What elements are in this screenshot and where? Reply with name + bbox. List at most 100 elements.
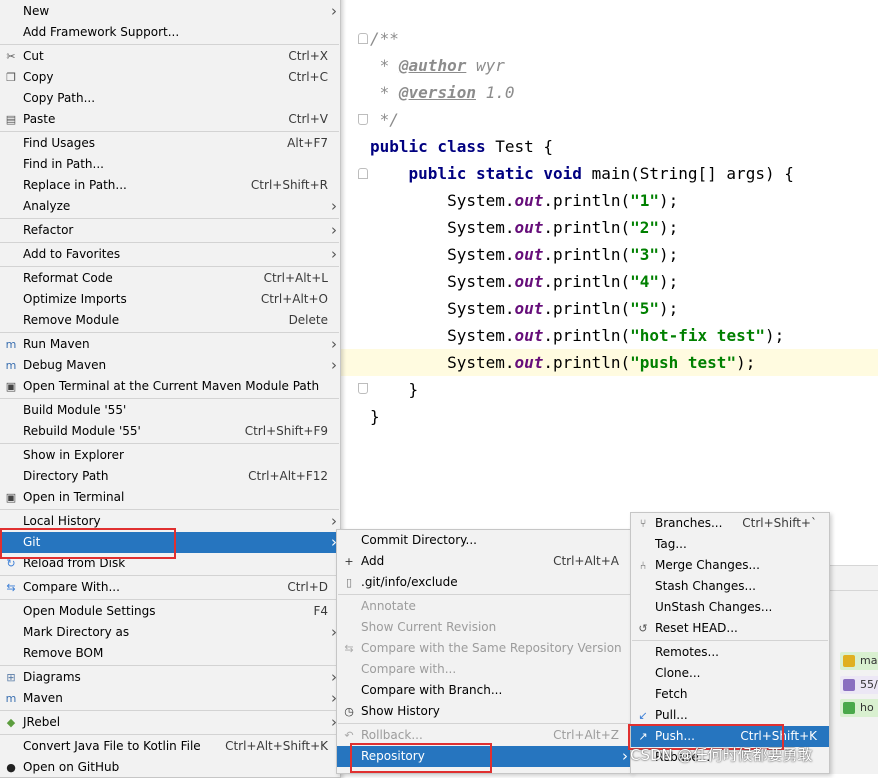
code-line: /** [370,25,794,52]
menu-item-shortcut: Ctrl+Alt+A [553,554,619,568]
menu-item-compare-with-the-same-repository-version[interactable]: ⇆ Compare with the Same Repository Versio… [337,638,631,659]
fold-marker-icon[interactable] [358,33,368,44]
menu-item-diagrams[interactable]: ⊞ Diagrams › [0,667,340,688]
menu-item-run-maven[interactable]: m Run Maven › [0,334,340,355]
menu-item-open-on-github[interactable]: ● Open on GitHub [0,757,340,778]
menu-separator [0,710,339,711]
menu-item-replace-in-path[interactable]: Replace in Path... Ctrl+Shift+R [0,175,340,196]
menu-item-maven[interactable]: m Maven › [0,688,340,709]
menu-item-label: Refactor [23,223,74,237]
menu-item-show-current-revision[interactable]: Show Current Revision [337,617,631,638]
menu-item-pull[interactable]: ↙ Pull... [631,705,829,726]
menu-item-commit-directory[interactable]: Commit Directory... [337,530,631,551]
menu-item-shortcut: Ctrl+Shift+F9 [244,424,328,438]
menu-item-open-in-terminal[interactable]: ▣ Open in Terminal [0,487,340,508]
menu-item-compare-with[interactable]: ⇆ Compare With... Ctrl+D [0,577,340,598]
menu-item-find-usages[interactable]: Find Usages Alt+F7 [0,133,340,154]
menu-item-label: Convert Java File to Kotlin File [23,739,201,753]
menu-item-open-terminal-at-the-current-maven-module-path[interactable]: ▣ Open Terminal at the Current Maven Modu… [0,376,340,397]
code-token: ); [659,191,679,210]
chevron-right-icon: › [331,335,337,353]
code-text: /** * @author wyr * @version 1.0 */ publi… [370,25,794,430]
menu-item-remotes[interactable]: Remotes... [631,642,829,663]
menu-item-branches[interactable]: ⑂ Branches... Ctrl+Shift+` [631,513,829,534]
menu-item-reformat-code[interactable]: Reformat Code Ctrl+Alt+L [0,268,340,289]
fold-marker-icon[interactable] [358,168,368,179]
rollback-icon: ↶ [344,729,354,742]
paste-icon: ▤ [5,113,17,126]
menu-item-reset-head[interactable]: ↺ Reset HEAD... [631,618,829,639]
menu-item-label: Find Usages [23,136,96,150]
branch-label[interactable]: ma [840,652,878,670]
menu-item-paste[interactable]: ▤ Paste Ctrl+V [0,109,340,130]
chevron-right-icon: › [331,2,337,20]
maven-icon: m [5,692,17,705]
fold-marker-icon[interactable] [358,383,368,394]
code-line: System.out.println("4"); [370,268,794,295]
menu-item-show-in-explorer[interactable]: Show in Explorer [0,445,340,466]
menu-item-label: Maven [23,691,63,705]
menu-item-show-history[interactable]: ◷ Show History [337,701,631,722]
menu-item-unstash-changes[interactable]: UnStash Changes... [631,597,829,618]
menu-item-debug-maven[interactable]: m Debug Maven › [0,355,340,376]
menu-item-directory-path[interactable]: Directory Path Ctrl+Alt+F12 [0,466,340,487]
menu-separator [0,266,339,267]
menu-item-mark-directory-as[interactable]: Mark Directory as › [0,622,340,643]
branch-label[interactable]: ho [840,699,878,717]
menu-separator [0,44,339,45]
menu-item-label: Mark Directory as [23,625,130,639]
code-token: ); [659,245,679,264]
highlight-repository [350,743,492,773]
menu-item-git-info-exclude[interactable]: ▯ .git/info/exclude [337,572,631,593]
menu-item-compare-with-branch[interactable]: Compare with Branch... [337,680,631,701]
code-token: /** [370,29,399,48]
menu-item-remove-bom[interactable]: Remove BOM [0,643,340,664]
menu-item-shortcut: Delete [288,313,328,327]
menu-item-jrebel[interactable]: ◆ JRebel › [0,712,340,733]
menu-item-refactor[interactable]: Refactor › [0,220,340,241]
menu-item-label: Remove Module [23,313,120,327]
menu-item-fetch[interactable]: Fetch [631,684,829,705]
menu-item-label: Optimize Imports [23,292,127,306]
menu-item-add-to-favorites[interactable]: Add to Favorites › [0,244,340,265]
menu-item-merge-changes[interactable]: ⑃ Merge Changes... [631,555,829,576]
menu-separator [338,594,630,595]
menu-item-label: Paste [23,112,56,126]
chevron-right-icon: › [331,197,337,215]
menu-item-tag[interactable]: Tag... [631,534,829,555]
menu-item-new[interactable]: New › [0,1,340,22]
menu-item-find-in-path[interactable]: Find in Path... [0,154,340,175]
menu-item-cut[interactable]: ✂ Cut Ctrl+X [0,46,340,67]
menu-item-rebuild-module-55[interactable]: Rebuild Module '55' Ctrl+Shift+F9 [0,421,340,442]
code-token: ); [659,299,679,318]
branch-icon: ⑂ [639,517,647,530]
code-token: System. [370,299,515,318]
menu-item-copy[interactable]: ❐ Copy Ctrl+C [0,67,340,88]
menu-item-stash-changes[interactable]: Stash Changes... [631,576,829,597]
menu-item-remove-module[interactable]: Remove Module Delete [0,310,340,331]
menu-item-optimize-imports[interactable]: Optimize Imports Ctrl+Alt+O [0,289,340,310]
menu-item-compare-with[interactable]: Compare with... [337,659,631,680]
code-token: } [370,407,380,426]
fold-marker-icon[interactable] [358,114,368,125]
menu-item-annotate[interactable]: Annotate [337,596,631,617]
menu-item-label: Clone... [655,666,701,680]
terminal-icon: ▣ [5,491,17,504]
menu-item-clone[interactable]: Clone... [631,663,829,684]
menu-item-open-module-settings[interactable]: Open Module Settings F4 [0,601,340,622]
menu-item-convert-java-file-to-kotlin-file[interactable]: Convert Java File to Kotlin File Ctrl+Alt… [0,736,340,757]
menu-item-shortcut: Ctrl+Shift+` [742,516,817,530]
menu-item-build-module-55[interactable]: Build Module '55' [0,400,340,421]
menu-item-add-framework-support[interactable]: Add Framework Support... [0,22,340,43]
menu-item-copy-path[interactable]: Copy Path... [0,88,340,109]
menu-item-label: Reset HEAD... [655,621,738,635]
menu-item-shortcut: Ctrl+Alt+O [260,292,328,306]
menu-item-add[interactable]: + Add Ctrl+Alt+A [337,551,631,572]
menu-item-label: Open in Terminal [23,490,125,504]
branch-label[interactable]: 55/ma [840,676,878,694]
code-token: .println( [543,245,631,264]
menu-item-analyze[interactable]: Analyze › [0,196,340,217]
compare-icon: ⇆ [6,581,16,594]
code-token: "3" [630,245,660,264]
code-token: out [514,272,544,291]
